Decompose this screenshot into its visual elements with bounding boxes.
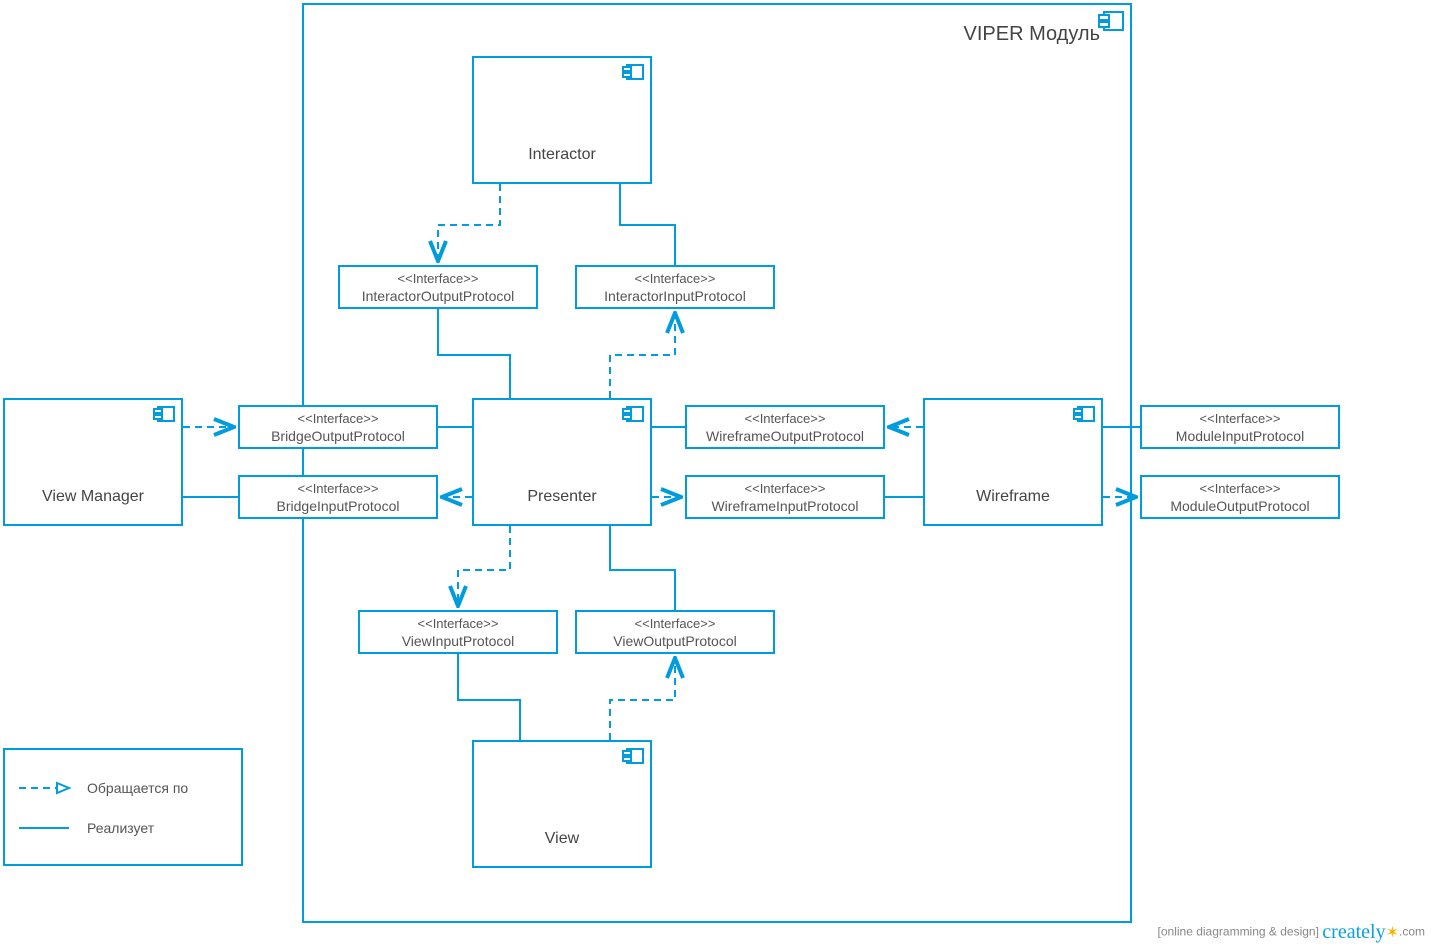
interactor-label: Interactor — [474, 146, 650, 164]
component-icon — [622, 406, 644, 427]
interface-name: ViewInputProtocol — [360, 632, 556, 650]
interface-name: WireframeOutputProtocol — [687, 427, 883, 445]
stereotype-label: <<Interface>> — [687, 411, 883, 427]
stereotype-label: <<Interface>> — [1142, 411, 1338, 427]
component-icon — [1098, 11, 1124, 36]
module-input-protocol: <<Interface>> ModuleInputProtocol — [1140, 405, 1340, 449]
viper-module-title: VIPER Модуль — [964, 23, 1100, 46]
view-component: View — [472, 740, 652, 868]
diagram-canvas: VIPER Модуль Interactor Presenter View W… — [0, 0, 1435, 950]
view-manager-label: View Manager — [5, 488, 181, 506]
interface-name: InteractorOutputProtocol — [340, 287, 536, 305]
view-output-protocol: <<Interface>> ViewOutputProtocol — [575, 610, 775, 654]
component-icon — [622, 64, 644, 85]
legend-row-implements: Реализует — [5, 812, 241, 844]
stereotype-label: <<Interface>> — [577, 616, 773, 632]
bridge-output-protocol: <<Interface>> BridgeOutputProtocol — [238, 405, 438, 449]
stereotype-label: <<Interface>> — [240, 411, 436, 427]
view-manager-component: View Manager — [3, 398, 183, 526]
stereotype-label: <<Interface>> — [360, 616, 556, 632]
component-icon — [622, 748, 644, 769]
wireframe-label: Wireframe — [925, 488, 1101, 506]
bridge-input-protocol: <<Interface>> BridgeInputProtocol — [238, 475, 438, 519]
interface-name: ModuleInputProtocol — [1142, 427, 1338, 445]
interface-name: ModuleOutputProtocol — [1142, 497, 1338, 515]
legend-accesses-label: Обращается по — [87, 780, 188, 796]
interface-name: BridgeOutputProtocol — [240, 427, 436, 445]
view-input-protocol: <<Interface>> ViewInputProtocol — [358, 610, 558, 654]
view-label: View — [474, 830, 650, 848]
interactor-output-protocol: <<Interface>> InteractorOutputProtocol — [338, 265, 538, 309]
footer-tld: .com — [1399, 925, 1425, 939]
footer-brand: creately — [1322, 921, 1385, 943]
stereotype-label: <<Interface>> — [687, 481, 883, 497]
footer-attribution: [online diagramming & design] creately✶.… — [1158, 921, 1425, 944]
component-icon — [153, 406, 175, 427]
presenter-label: Presenter — [474, 488, 650, 506]
legend-row-accesses: Обращается по — [5, 772, 241, 804]
interactor-input-protocol: <<Interface>> InteractorInputProtocol — [575, 265, 775, 309]
stereotype-label: <<Interface>> — [340, 271, 536, 287]
legend-implements-label: Реализует — [87, 820, 154, 836]
interface-name: BridgeInputProtocol — [240, 497, 436, 515]
component-icon — [1073, 406, 1095, 427]
legend: Обращается по Реализует — [3, 748, 243, 866]
stereotype-label: <<Interface>> — [1142, 481, 1338, 497]
interactor-component: Interactor — [472, 56, 652, 184]
stereotype-label: <<Interface>> — [577, 271, 773, 287]
interface-name: ViewOutputProtocol — [577, 632, 773, 650]
wireframe-output-protocol: <<Interface>> WireframeOutputProtocol — [685, 405, 885, 449]
module-output-protocol: <<Interface>> ModuleOutputProtocol — [1140, 475, 1340, 519]
interface-name: WireframeInputProtocol — [687, 497, 883, 515]
stereotype-label: <<Interface>> — [240, 481, 436, 497]
interface-name: InteractorInputProtocol — [577, 287, 773, 305]
wireframe-input-protocol: <<Interface>> WireframeInputProtocol — [685, 475, 885, 519]
presenter-component: Presenter — [472, 398, 652, 526]
footer-tag: [online diagramming & design] — [1158, 925, 1319, 939]
wireframe-component: Wireframe — [923, 398, 1103, 526]
star-icon: ✶ — [1386, 925, 1399, 942]
